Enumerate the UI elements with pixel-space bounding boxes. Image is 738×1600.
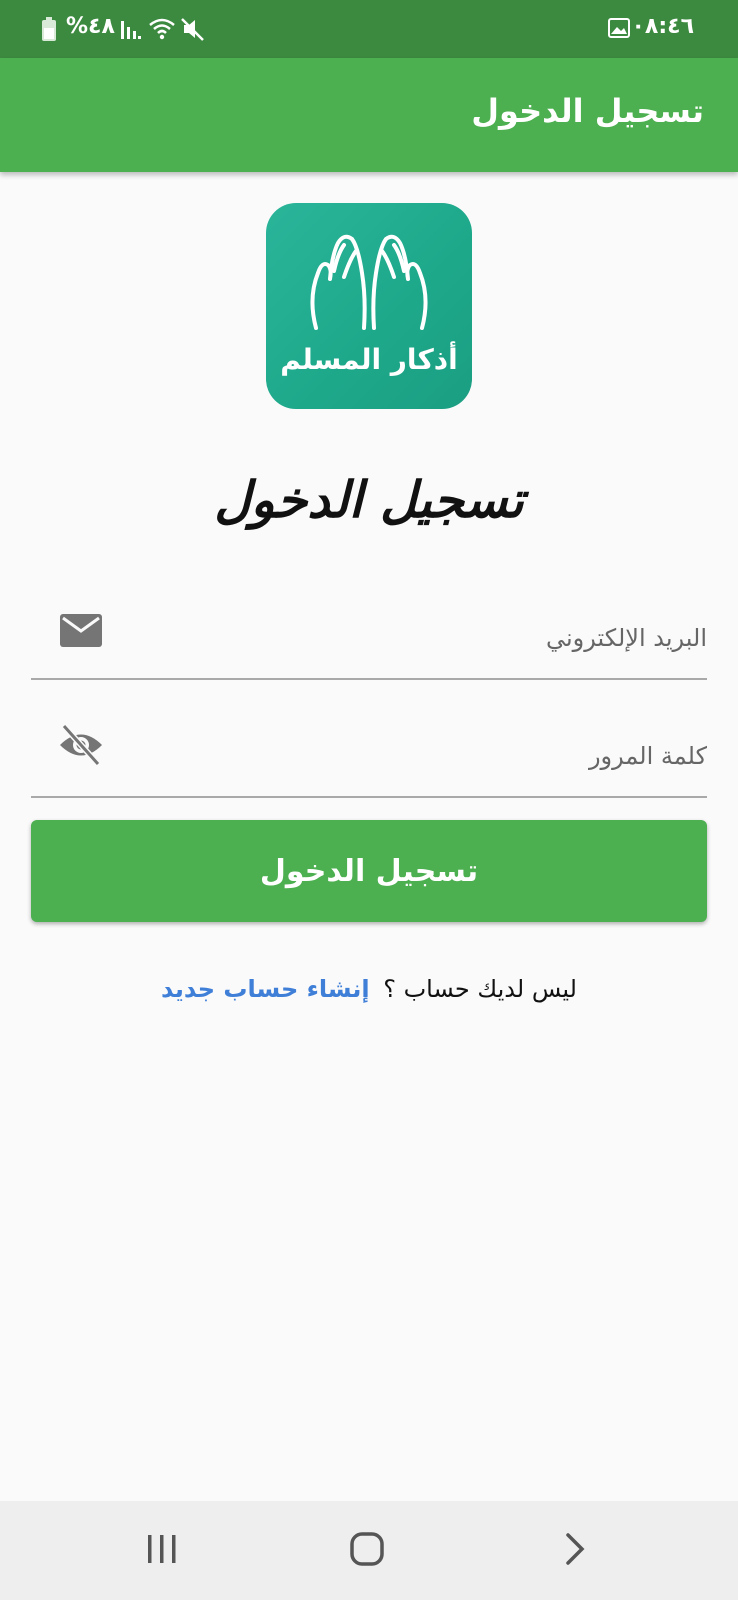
praying-hands-icon [310,234,428,330]
status-bar: %٤٨ ٠٨:٤٦ [0,0,738,58]
email-input[interactable] [121,600,707,676]
battery-percent: %٤٨ [66,14,115,39]
mute-icon [181,18,204,41]
signal-icon [121,21,141,39]
mail-icon [60,614,102,647]
password-field [31,718,707,798]
email-field [31,600,707,680]
signup-prompt: ليس لديك حساب ؟ [383,975,577,1003]
recents-icon[interactable] [144,1531,180,1567]
logo-caption: أذكار المسلم [280,343,458,376]
app-bar-title: تسجيل الدخول [471,92,704,130]
create-account-link[interactable]: إنشاء حساب جديد [161,975,370,1003]
app-logo: أذكار المسلم [266,203,472,409]
login-button[interactable]: تسجيل الدخول [31,820,707,922]
battery-icon [42,17,56,41]
gallery-icon [608,18,630,38]
signup-row: ليس لديك حساب ؟ إنشاء حساب جديد [0,975,738,1003]
eye-off-icon[interactable] [58,722,104,768]
home-icon[interactable] [348,1530,386,1568]
page-title: تسجيل الدخول [214,470,524,529]
app-bar: تسجيل الدخول [0,58,738,172]
password-input[interactable] [121,718,707,794]
back-icon[interactable] [562,1531,588,1567]
wifi-icon [149,18,175,40]
system-nav-bar [0,1501,738,1600]
status-time: ٠٨:٤٦ [631,14,694,39]
